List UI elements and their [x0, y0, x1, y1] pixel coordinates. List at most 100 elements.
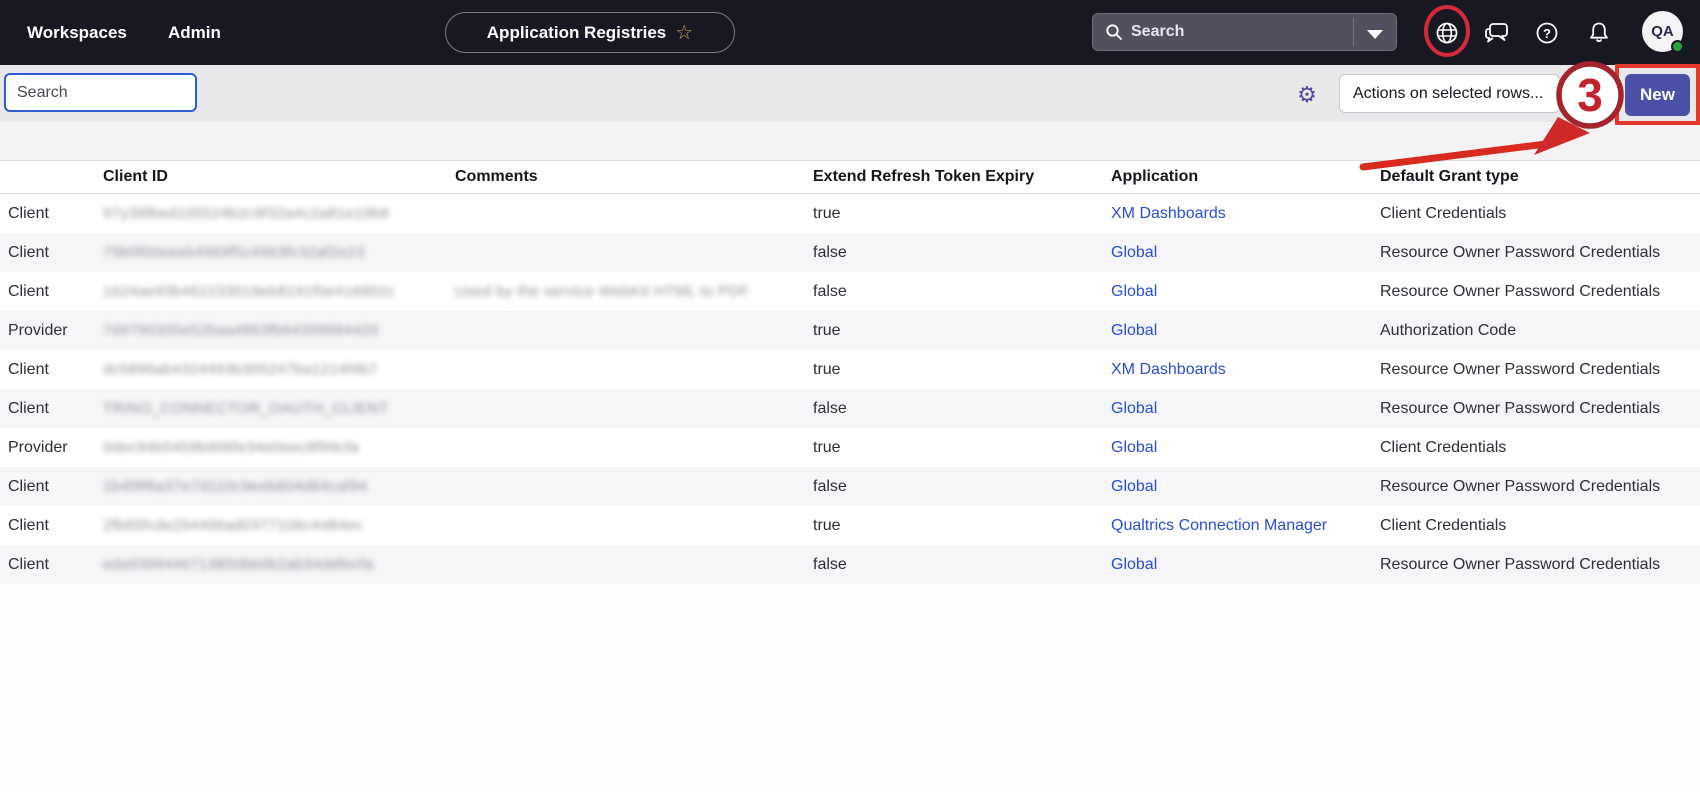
- cell-extend-refresh-token-expiry: true: [813, 361, 1111, 379]
- application-link[interactable]: Global: [1111, 400, 1157, 417]
- nav-workspaces[interactable]: Workspaces: [27, 0, 127, 65]
- avatar-initials: QA: [1651, 23, 1674, 40]
- table-toolbar: ⚙ Actions on selected rows... New: [0, 65, 1700, 122]
- cell-type: Client: [0, 205, 103, 223]
- actions-dropdown-label: Actions on selected rows...: [1353, 85, 1543, 103]
- cell-client-id-redacted: 1b4f9f6a37e7d110c9eeb804d84caf94: [103, 478, 455, 495]
- table-row[interactable]: Client TRINO_CONNECTOR_OAUTH_CLIENT fals…: [0, 389, 1700, 428]
- cell-extend-refresh-token-expiry: true: [813, 205, 1111, 223]
- favorite-star-icon[interactable]: ☆: [675, 23, 693, 43]
- table-search-input[interactable]: [4, 73, 197, 112]
- cell-client-id-redacted: dc5896ab4324493b305247ba1214f4b7: [103, 361, 455, 378]
- application-registries-table: Client ID Comments Extend Refresh Token …: [0, 160, 1700, 584]
- notifications-button[interactable]: [1581, 0, 1617, 65]
- feedback-chat-button[interactable]: [1479, 0, 1515, 65]
- application-link[interactable]: Global: [1111, 244, 1157, 261]
- cell-default-grant-type: Resource Owner Password Credentials: [1380, 361, 1700, 379]
- application-link[interactable]: Global: [1111, 439, 1157, 456]
- top-navigation-bar: Workspaces Admin Application Registries …: [0, 0, 1700, 65]
- svg-text:?: ?: [1543, 26, 1551, 41]
- table-row[interactable]: Client 79b5f00eeeb4969f5c4963fc32af2e23 …: [0, 233, 1700, 272]
- search-divider: [1353, 18, 1354, 46]
- cell-extend-refresh-token-expiry: true: [813, 322, 1111, 340]
- cell-type: Provider: [0, 322, 103, 340]
- cell-type: Client: [0, 361, 103, 379]
- application-link[interactable]: Global: [1111, 322, 1157, 339]
- global-search-placeholder: Search: [1131, 23, 1184, 41]
- application-link[interactable]: XM Dashboards: [1111, 361, 1226, 378]
- user-avatar[interactable]: QA: [1642, 11, 1683, 52]
- header-comments: Comments: [455, 168, 813, 186]
- table-settings-button[interactable]: ⚙: [1292, 82, 1322, 108]
- nav-admin[interactable]: Admin: [168, 0, 221, 65]
- cell-type: Client: [0, 517, 103, 535]
- cell-client-id-redacted: 0dec94b5459b906fe34e0eec8f99cfa: [103, 439, 455, 456]
- cell-type: Client: [0, 283, 103, 301]
- application-link[interactable]: Global: [1111, 478, 1157, 495]
- header-extend-refresh-token-expiry: Extend Refresh Token Expiry: [813, 168, 1111, 186]
- table-row[interactable]: Provider 0dec94b5459b906fe34e0eec8f99cfa…: [0, 428, 1700, 467]
- table-row[interactable]: Client 1624ae93b462233019eb8191f0e416802…: [0, 272, 1700, 311]
- actions-on-selected-rows-dropdown[interactable]: Actions on selected rows...: [1339, 74, 1560, 113]
- application-link[interactable]: Global: [1111, 283, 1157, 300]
- cell-type: Client: [0, 478, 103, 496]
- global-search-box[interactable]: Search: [1092, 13, 1397, 51]
- cell-type: Client: [0, 400, 103, 418]
- table-row[interactable]: Provider 7d4790305e52baa4863fb6439968442…: [0, 311, 1700, 350]
- application-link[interactable]: Global: [1111, 556, 1157, 573]
- cell-default-grant-type: Client Credentials: [1380, 517, 1700, 535]
- cell-type: Provider: [0, 439, 103, 457]
- context-pill-label: Application Registries: [487, 23, 666, 43]
- cell-extend-refresh-token-expiry: false: [813, 244, 1111, 262]
- cell-extend-refresh-token-expiry: false: [813, 283, 1111, 301]
- cell-default-grant-type: Resource Owner Password Credentials: [1380, 283, 1700, 301]
- globe-icon: [1434, 20, 1460, 46]
- cell-type: Client: [0, 244, 103, 262]
- header-client-id: Client ID: [103, 168, 455, 186]
- table-body: Client 97y39fbed105524b2c9f32a4c2a81e19b…: [0, 194, 1700, 584]
- help-icon: ?: [1534, 20, 1560, 46]
- table-row[interactable]: Client 1b4f9f6a37e7d110c9eeb804d84caf94 …: [0, 467, 1700, 506]
- cell-client-id-redacted: 97y39fbed105524b2c9f32a4c2a81e19b6: [103, 205, 455, 222]
- cell-client-id-redacted: 7d4790305e52baa4863fb64399684420: [103, 322, 455, 339]
- help-button[interactable]: ?: [1529, 0, 1565, 65]
- cell-client-id-redacted: 2fb65fcde294496ad0377106c4484ec: [103, 517, 455, 534]
- new-button[interactable]: New: [1625, 74, 1690, 116]
- cell-extend-refresh-token-expiry: false: [813, 556, 1111, 574]
- online-status-dot: [1671, 40, 1684, 53]
- search-scope-dropdown-icon[interactable]: [1367, 30, 1383, 39]
- cell-client-id-redacted: 1624ae93b462233019eb8191f0e416802c: [103, 283, 455, 300]
- chat-icon: [1483, 20, 1511, 46]
- language-globe-button[interactable]: [1429, 0, 1465, 65]
- cell-extend-refresh-token-expiry: false: [813, 478, 1111, 496]
- cell-default-grant-type: Resource Owner Password Credentials: [1380, 556, 1700, 574]
- search-icon: [1105, 23, 1123, 41]
- cell-client-id-redacted: TRINO_CONNECTOR_OAUTH_CLIENT: [103, 400, 455, 417]
- table-row[interactable]: Client dc5896ab4324493b305247ba1214f4b7 …: [0, 350, 1700, 389]
- cell-comments: Used by the service WebKit HTML to PDF: [455, 283, 813, 300]
- bell-icon: [1586, 20, 1612, 46]
- application-link[interactable]: XM Dashboards: [1111, 205, 1226, 222]
- cell-default-grant-type: Authorization Code: [1380, 322, 1700, 340]
- toolbar-subbar: [0, 122, 1700, 160]
- cell-default-grant-type: Resource Owner Password Credentials: [1380, 400, 1700, 418]
- cell-extend-refresh-token-expiry: false: [813, 400, 1111, 418]
- gear-icon: ⚙: [1297, 82, 1317, 107]
- table-row[interactable]: Client eda9399446713850bb0b2ab34ddfecfa …: [0, 545, 1700, 584]
- header-default-grant-type: Default Grant type: [1380, 168, 1700, 186]
- cell-type: Client: [0, 556, 103, 574]
- context-pill-application-registries[interactable]: Application Registries ☆: [445, 12, 735, 53]
- cell-client-id-redacted: eda9399446713850bb0b2ab34ddfecfa: [103, 556, 455, 573]
- cell-default-grant-type: Resource Owner Password Credentials: [1380, 478, 1700, 496]
- table-header-row: Client ID Comments Extend Refresh Token …: [0, 160, 1700, 194]
- cell-client-id-redacted: 79b5f00eeeb4969f5c4963fc32af2e23: [103, 244, 455, 261]
- cell-default-grant-type: Resource Owner Password Credentials: [1380, 244, 1700, 262]
- cell-default-grant-type: Client Credentials: [1380, 439, 1700, 457]
- cell-extend-refresh-token-expiry: true: [813, 517, 1111, 535]
- header-application: Application: [1111, 168, 1380, 186]
- cell-default-grant-type: Client Credentials: [1380, 205, 1700, 223]
- cell-extend-refresh-token-expiry: true: [813, 439, 1111, 457]
- table-row[interactable]: Client 2fb65fcde294496ad0377106c4484ec t…: [0, 506, 1700, 545]
- application-link[interactable]: Qualtrics Connection Manager: [1111, 517, 1327, 534]
- table-row[interactable]: Client 97y39fbed105524b2c9f32a4c2a81e19b…: [0, 194, 1700, 233]
